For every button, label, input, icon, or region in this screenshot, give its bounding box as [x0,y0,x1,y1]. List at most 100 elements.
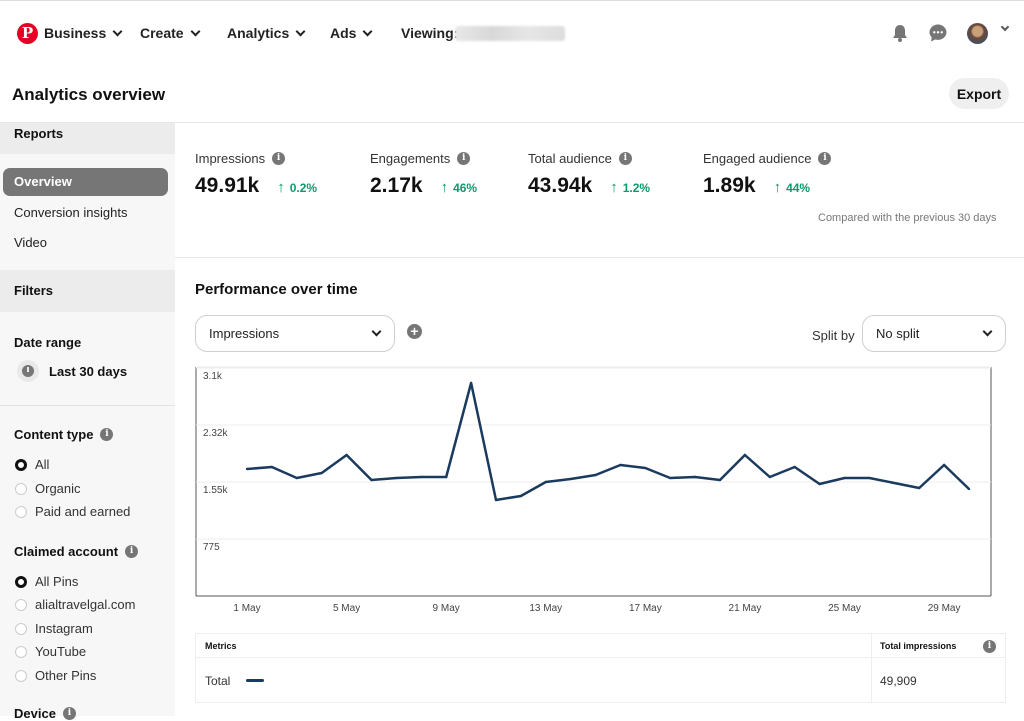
data-point [295,476,298,480]
metric-change-value: 0.2% [289,180,318,195]
account-chevron-down-icon[interactable] [1000,22,1010,32]
data-point [868,476,871,480]
claimed-account-label: Claimed account i [14,544,139,559]
info-icon[interactable]: i [818,152,832,165]
data-point [395,476,398,480]
info-icon[interactable]: i [62,707,76,720]
radio-dot[interactable] [15,505,27,518]
data-point [918,486,921,490]
clock-icon [22,365,34,377]
data-point [320,471,323,475]
data-point [693,475,697,479]
messages-icon[interactable] [928,23,948,43]
radio-account-all-pins[interactable]: All Pins [15,574,78,589]
data-point [370,478,373,482]
radio-account-other-pins[interactable]: Other Pins [15,668,96,683]
split-select[interactable]: No split [862,315,1006,352]
sidebar-item-overview[interactable]: Overview [3,168,168,196]
data-point [669,476,672,480]
data-point [942,463,946,467]
sidebar-item-conversion-insights[interactable]: Conversion insights [3,199,168,227]
x-tick-label: 29 May [928,603,961,614]
nav-ads[interactable]: Ads [330,25,373,41]
metric-change: ↑ 44% [774,179,811,196]
data-point [818,482,821,486]
sidebar-divider [0,405,175,406]
comparison-note: Compared with the previous 30 days [818,212,997,224]
table-column-divider [871,634,872,702]
metrics-summary: Impressions i 49.91k ↑ 0.2% Engagements i 2.… [175,123,1024,257]
bell-icon[interactable] [890,23,910,43]
top-nav: P Business Create Analytics Ads Viewing: [0,0,1024,66]
nav-create-label: Create [140,25,184,41]
viewing-text: Viewing: [401,25,459,41]
radio-dot[interactable] [15,575,27,588]
data-point [793,465,796,469]
data-point [644,466,647,470]
x-tick-label: 13 May [529,603,562,614]
info-icon[interactable]: i [983,640,996,653]
radio-dot[interactable] [15,458,27,471]
x-tick-label: 1 May [233,603,260,614]
radio-label: YouTube [35,644,87,659]
data-point [444,475,448,479]
nav-business[interactable]: Business [44,25,123,41]
radio-content-paid-earned[interactable]: Paid and earned [15,504,130,519]
x-tick-label: 21 May [729,603,762,614]
radio-content-all[interactable]: All [15,457,49,472]
data-point [420,475,423,479]
chevron-down-icon [371,326,382,337]
info-icon[interactable]: i [125,545,139,558]
radio-dot[interactable] [15,622,27,635]
chevron-down-icon [112,26,123,36]
data-point [768,475,772,479]
radio-content-organic[interactable]: Organic [15,481,81,496]
nav-analytics[interactable]: Analytics [227,25,306,41]
data-point [718,478,722,482]
data-point [619,463,622,467]
radio-dot[interactable] [15,645,27,658]
table-divider [196,657,1005,658]
add-metric-icon[interactable]: + [407,324,422,339]
nav-analytics-label: Analytics [227,25,290,41]
export-button[interactable]: Export [949,78,1009,109]
metric-select-value: Impressions [209,326,280,341]
pinterest-logo-icon[interactable]: P [17,23,38,44]
arrow-up-icon: ↑ [610,179,618,196]
chevron-down-icon [190,26,201,36]
data-point [843,476,846,480]
metric-change-value: 44% [786,180,811,195]
radio-dot[interactable] [15,482,27,495]
page-title: Analytics overview [12,85,166,104]
data-point [469,381,473,385]
metric-select[interactable]: Impressions [195,315,395,352]
radio-dot[interactable] [15,669,27,682]
x-tick-label: 25 May [828,603,861,614]
info-icon[interactable]: i [272,152,286,165]
radio-label: All [35,457,50,472]
info-icon[interactable]: i [100,428,114,441]
radio-account-youtube[interactable]: YouTube [15,644,86,659]
radio-account-instagram[interactable]: Instagram [15,621,93,636]
arrow-up-icon: ↑ [773,179,782,196]
info-icon[interactable]: i [618,152,632,165]
viewing-account-redacted[interactable] [455,26,565,41]
data-point [270,465,274,469]
radio-label: Paid and earned [35,504,131,519]
nav-create[interactable]: Create [140,25,201,41]
chevron-down-icon [982,326,993,337]
nav-ads-label: Ads [330,25,357,41]
x-tick-label: 9 May [433,603,460,614]
sidebar-item-video[interactable]: Video [3,229,168,257]
info-icon[interactable]: i [457,152,471,165]
y-tick-label: 3.1k [203,371,223,382]
metric-value: 2.17k [370,174,423,197]
metric-change-value: 1.2% [622,180,651,195]
avatar[interactable] [967,23,988,44]
device-label: Device i [14,706,76,721]
radio-account-website[interactable]: alialtravelgal.com [15,597,135,612]
radio-dot[interactable] [15,598,27,611]
date-range-button[interactable]: Last 30 days [17,360,127,382]
y-tick-label: 2.32k [203,428,228,439]
table-row-value: 49,909 [880,674,917,688]
